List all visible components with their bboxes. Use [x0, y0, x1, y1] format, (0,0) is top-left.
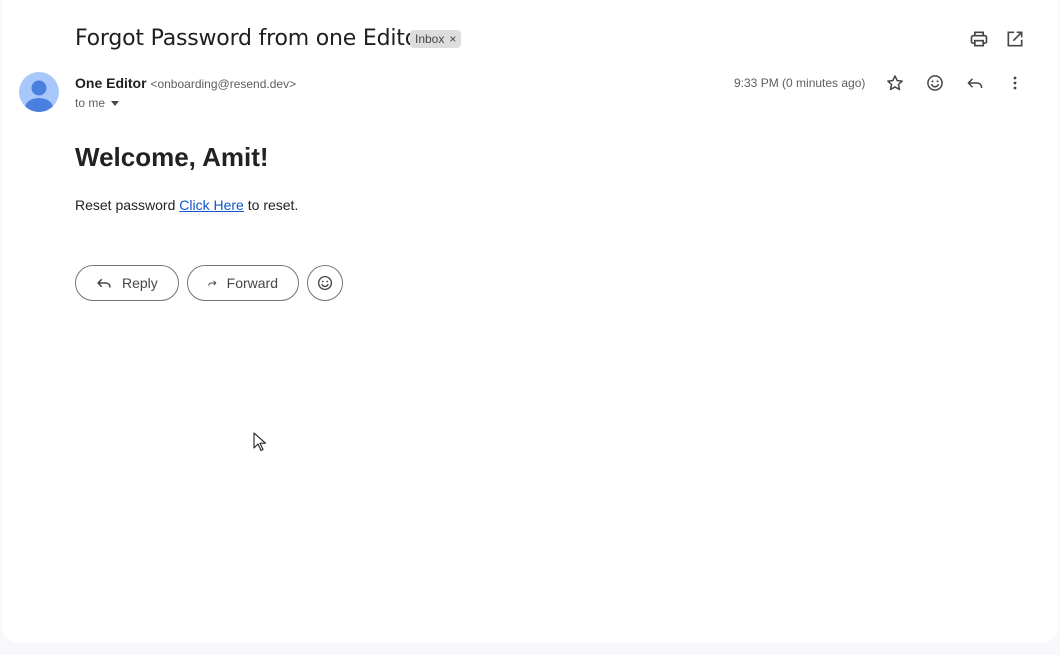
- body-text-after: to reset.: [247, 197, 299, 213]
- open-in-new-window-icon: [1007, 31, 1023, 47]
- print-button[interactable]: [959, 19, 999, 59]
- remove-label-icon[interactable]: ×: [449, 30, 456, 48]
- reply-icon: [967, 78, 983, 89]
- more-vert-icon: [1013, 76, 1017, 90]
- emoji-icon: [927, 75, 943, 91]
- reset-password-link[interactable]: Click Here: [179, 197, 244, 213]
- add-reaction-button[interactable]: [915, 63, 955, 103]
- sender-name[interactable]: One Editor: [75, 75, 147, 91]
- sender-avatar[interactable]: [19, 72, 59, 112]
- email-body-heading: Welcome, Amit!: [75, 142, 269, 172]
- email-body-text: Reset password Click Here to reset.: [75, 197, 298, 213]
- person-icon: [25, 80, 53, 112]
- star-icon: [887, 75, 903, 91]
- inbox-label-chip[interactable]: Inbox ×: [410, 30, 462, 48]
- open-in-new-window-button[interactable]: [995, 19, 1035, 59]
- sender-email: <onboarding@resend.dev>: [150, 77, 297, 91]
- email-view: Forgot Password from one Editor Inbox × …: [2, 0, 1058, 643]
- body-text-before: Reset password: [75, 197, 176, 213]
- forward-button-label: Forward: [226, 275, 278, 291]
- recipient-line: to me: [75, 96, 120, 110]
- star-button[interactable]: [875, 63, 915, 103]
- reply-button-top[interactable]: [955, 63, 995, 103]
- more-options-button[interactable]: [995, 63, 1035, 103]
- email-subject: Forgot Password from one Editor: [75, 26, 427, 51]
- forward-icon: [208, 280, 217, 286]
- label-text: Inbox: [415, 32, 445, 46]
- add-reaction-pill[interactable]: [307, 265, 343, 301]
- chevron-down-icon[interactable]: [111, 101, 120, 106]
- reply-button-label: Reply: [122, 275, 158, 291]
- reply-icon: [97, 278, 111, 288]
- recipient-text: to me: [75, 96, 106, 110]
- emoji-icon: [317, 275, 333, 291]
- mouse-cursor-icon: [253, 432, 267, 452]
- sender-line: One Editor <onboarding@resend.dev>: [75, 75, 296, 92]
- reply-button[interactable]: Reply: [75, 265, 179, 301]
- print-icon: [970, 31, 988, 47]
- email-timestamp: 9:33 PM (0 minutes ago): [734, 76, 866, 90]
- forward-button[interactable]: Forward: [187, 265, 299, 301]
